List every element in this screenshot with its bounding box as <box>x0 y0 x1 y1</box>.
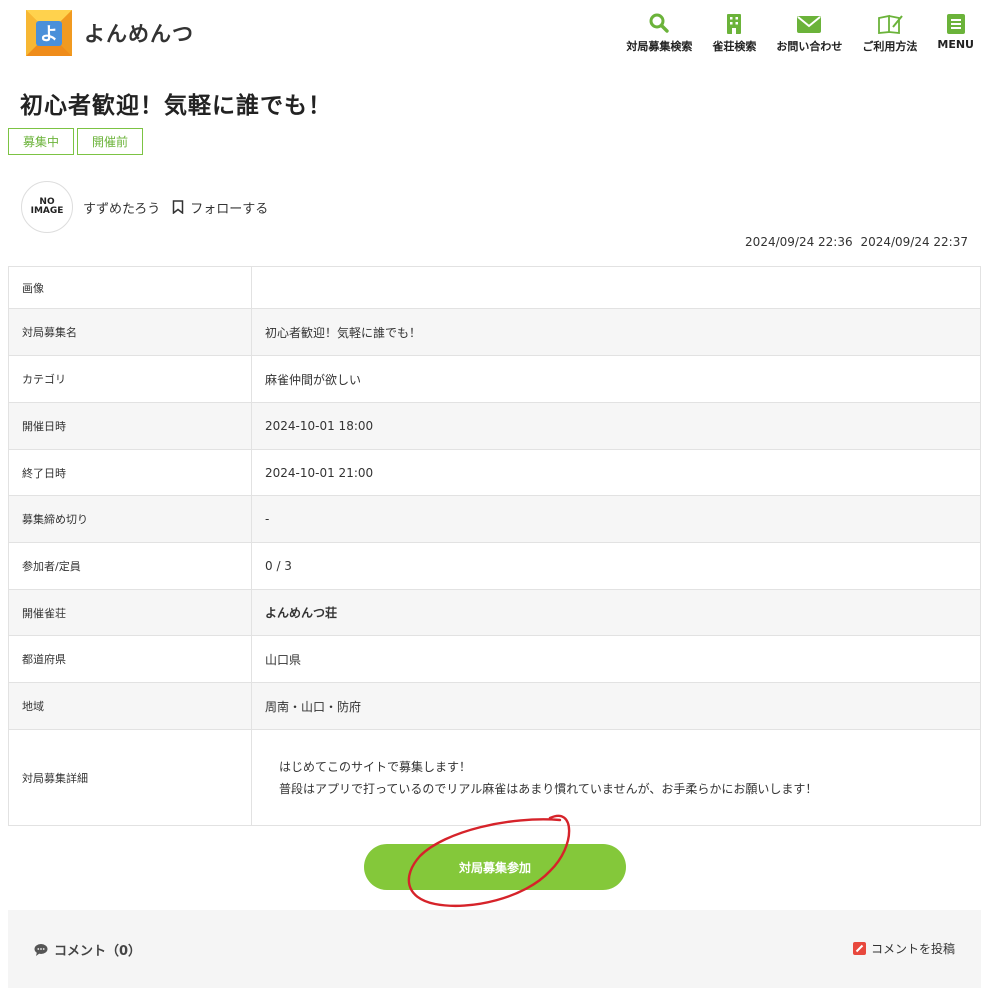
post-comment-label: コメントを投稿 <box>870 942 955 956</box>
table-row: 募集締め切り - <box>8 495 981 543</box>
row-label-category: カテゴリ <box>8 355 252 403</box>
row-label-area: 地域 <box>8 682 252 730</box>
row-label-end: 終了日時 <box>8 449 252 496</box>
table-row: 画像 <box>8 266 981 309</box>
book-icon <box>877 14 903 34</box>
comment-header: コメント（0） <box>34 940 141 959</box>
table-row: 参加者/定員 0 / 3 <box>8 542 981 590</box>
row-label-deadline: 募集締め切り <box>8 495 252 543</box>
table-row: カテゴリ 麻雀仲間が欲しい <box>8 355 981 403</box>
row-label-parlor: 開催雀荘 <box>8 589 252 636</box>
nav-match-search[interactable]: 対局募集検索 <box>626 12 692 54</box>
description-line: 普段はアプリで打っているのでリアル麻雀はあまり慣れていませんが、お手柔らかにお願… <box>279 781 818 796</box>
avatar[interactable]: NO IMAGE <box>21 181 73 233</box>
status-badge-recruiting: 募集中 <box>8 128 75 155</box>
nav-label: 雀荘検索 <box>712 40 757 53</box>
status-badge-before-event: 開催前 <box>77 128 144 155</box>
row-value-prefecture: 山口県 <box>251 635 981 683</box>
row-value-start: 2024-10-01 18:00 <box>251 402 981 450</box>
row-label-prefecture: 都道府県 <box>8 635 252 683</box>
table-row: 対局募集詳細 はじめてこのサイトで募集します！ 普段はアプリで打っているのでリア… <box>8 729 981 826</box>
nav-how-to-use[interactable]: ご利用方法 <box>862 12 917 54</box>
global-nav: 対局募集検索 雀荘検索 お問い合わせ ご利用方法 MENU <box>606 12 974 54</box>
row-value-area: 周南・山口・防府 <box>251 682 981 730</box>
description-line: はじめてこのサイトで募集します！ <box>279 759 472 774</box>
detail-table: 画像 対局募集名 初心者歓迎！気軽に誰でも！ カテゴリ 麻雀仲間が欲しい 開催日… <box>8 266 981 826</box>
comment-count-label: コメント（0） <box>54 944 142 959</box>
nav-label: MENU <box>937 38 974 51</box>
table-row: 開催日時 2024-10-01 18:00 <box>8 402 981 450</box>
menu-icon <box>946 14 965 34</box>
page-title: 初心者歓迎！気軽に誰でも！ <box>20 93 332 119</box>
nav-parlor-search[interactable]: 雀荘検索 <box>712 12 756 54</box>
comment-section: コメント（0） コメントを投稿 <box>8 910 981 988</box>
table-row: 地域 周南・山口・防府 <box>8 682 981 730</box>
site-header: よ よんめんつ 対局募集検索 雀荘検索 お問い合わせ ご利用方法 MENU <box>0 0 988 70</box>
table-row: 対局募集名 初心者歓迎！気軽に誰でも！ <box>8 308 981 356</box>
follow-label: フォローする <box>190 201 269 217</box>
nav-contact[interactable]: お問い合わせ <box>776 12 842 54</box>
row-label-title: 対局募集名 <box>8 308 252 356</box>
updated-date: 2024/09/24 22:37 <box>860 235 968 249</box>
nav-menu[interactable]: MENU <box>937 12 974 54</box>
row-value-parlor[interactable]: よんめんつ荘 <box>251 589 981 636</box>
mail-icon <box>797 16 822 33</box>
search-icon <box>649 13 670 33</box>
post-dates: 2024/09/24 22:36 2024/09/24 22:37 <box>745 235 968 249</box>
row-value-category: 麻雀仲間が欲しい <box>251 355 981 403</box>
author-name[interactable]: すずめたろう <box>83 198 160 217</box>
site-logo[interactable]: よ よんめんつ <box>26 10 194 56</box>
author-info: NO IMAGE すずめたろう フォローする <box>21 181 268 233</box>
join-match-button[interactable]: 対局募集参加 <box>364 844 626 890</box>
avatar-text-line2: IMAGE <box>30 206 64 216</box>
row-label-description: 対局募集詳細 <box>8 729 252 826</box>
nav-label: 対局募集検索 <box>626 40 693 53</box>
nav-label: お問い合わせ <box>776 40 843 53</box>
speech-bubble-icon <box>34 944 48 956</box>
row-label-image: 画像 <box>8 266 252 309</box>
row-value-image <box>251 266 981 309</box>
post-comment-link[interactable]: コメントを投稿 <box>852 940 955 957</box>
follow-button[interactable]: フォローする <box>172 198 268 217</box>
table-row: 終了日時 2024-10-01 21:00 <box>8 449 981 496</box>
created-date: 2024/09/24 22:36 <box>745 235 853 249</box>
site-name: よんめんつ <box>84 22 194 46</box>
row-label-participants: 参加者/定員 <box>8 542 252 590</box>
logo-char: よ <box>40 24 58 45</box>
logo-icon: よ <box>26 10 72 56</box>
table-row: 開催雀荘 よんめんつ荘 <box>8 589 981 636</box>
edit-icon <box>852 942 866 955</box>
row-value-participants: 0 / 3 <box>251 542 981 590</box>
row-label-start: 開催日時 <box>8 402 252 450</box>
nav-label: ご利用方法 <box>862 40 918 53</box>
bookmark-icon <box>172 200 184 214</box>
table-row: 都道府県 山口県 <box>8 635 981 683</box>
row-value-description: はじめてこのサイトで募集します！ 普段はアプリで打っているのでリアル麻雀はあまり… <box>251 729 981 826</box>
row-value-deadline: - <box>251 495 981 543</box>
row-value-end: 2024-10-01 21:00 <box>251 449 981 496</box>
row-value-title: 初心者歓迎！気軽に誰でも！ <box>251 308 981 356</box>
building-icon <box>727 14 742 34</box>
status-tags: 募集中 開催前 <box>8 128 144 155</box>
